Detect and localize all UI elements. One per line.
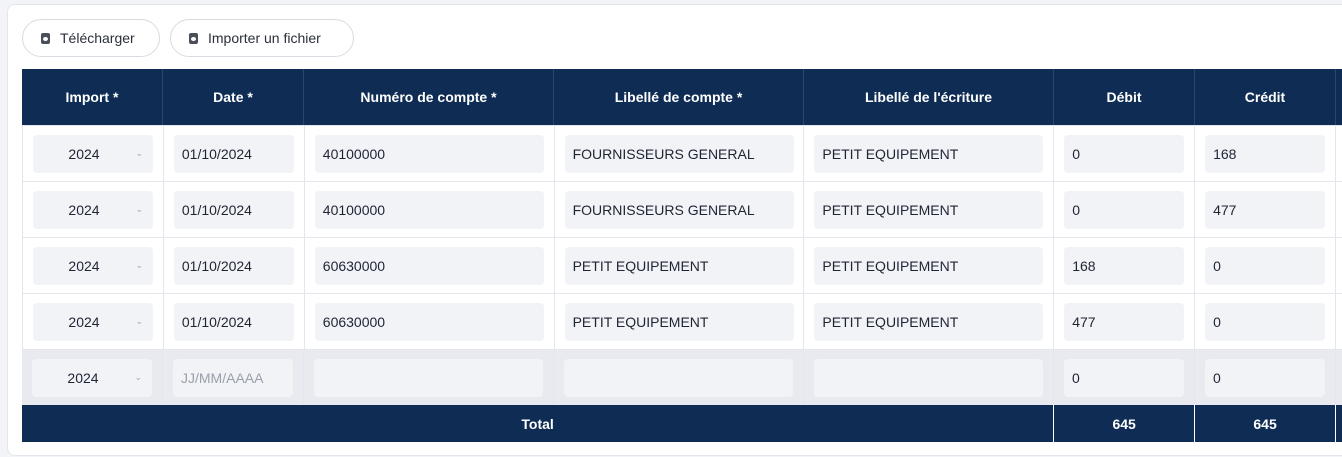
date-input[interactable]: 01/10/2024 xyxy=(173,134,294,173)
new-entry-row: 2024 ⌄ JJ/MM/AAAA 0 0 xyxy=(22,350,1342,405)
debit-input[interactable]: 168 xyxy=(1064,246,1185,285)
entries-table: Import * Date * Numéro de compte * Libel… xyxy=(22,69,1342,442)
date-input[interactable]: JJ/MM/AAAA xyxy=(173,358,293,397)
entry-label-input[interactable]: PETIT EQUIPEMENT xyxy=(814,246,1044,285)
file-import-icon xyxy=(189,32,198,44)
credit-input[interactable]: 0 xyxy=(1205,302,1326,341)
total-credit: 645 xyxy=(1195,405,1336,442)
import-year-select[interactable]: 2024 ⌄ xyxy=(33,302,153,341)
debit-input[interactable]: 0 xyxy=(1064,190,1185,229)
import-year-value: 2024 xyxy=(68,313,100,330)
account-label-input[interactable]: PETIT EQUIPEMENT xyxy=(564,302,794,341)
entry-label-input[interactable] xyxy=(814,358,1043,397)
entry-label-input[interactable]: PETIT EQUIPEMENT xyxy=(814,190,1044,229)
date-input[interactable]: 01/10/2024 xyxy=(173,190,294,229)
chevron-down-icon: ⌄ xyxy=(134,371,142,382)
account-number-input[interactable]: 60630000 xyxy=(314,246,544,285)
import-year-value: 2024 xyxy=(68,257,100,274)
import-year-select[interactable]: 2024 ⌄ xyxy=(33,246,153,285)
account-number-input[interactable]: 60630000 xyxy=(314,302,544,341)
credit-input[interactable]: 0 xyxy=(1205,358,1325,397)
import-file-button[interactable]: Importer un fichier xyxy=(170,19,354,57)
header-account-number: Numéro de compte * xyxy=(304,69,554,125)
table-row: 2024 ⌄ 01/10/2024 60630000 PETIT EQUIPEME… xyxy=(22,294,1342,350)
table-row: 2024 ⌄ 01/10/2024 60630000 PETIT EQUIPEME… xyxy=(22,238,1342,294)
header-debit: Débit xyxy=(1054,69,1195,125)
table-row: 2024 ⌄ 01/10/2024 40100000 FOURNISSEURS G… xyxy=(22,182,1342,238)
import-year-value: 2024 xyxy=(68,145,100,162)
file-download-icon xyxy=(41,32,50,44)
header-date: Date * xyxy=(163,69,304,125)
download-button[interactable]: Télécharger xyxy=(22,19,160,57)
credit-input[interactable]: 0 xyxy=(1205,246,1326,285)
import-year-value: 2024 xyxy=(67,369,99,386)
date-input[interactable]: 01/10/2024 xyxy=(173,302,294,341)
date-input[interactable]: 01/10/2024 xyxy=(173,246,294,285)
header-extra xyxy=(1336,69,1342,125)
import-year-value: 2024 xyxy=(68,201,100,218)
debit-input[interactable]: 0 xyxy=(1064,134,1185,173)
header-import: Import * xyxy=(22,69,163,125)
table-row: 2024 ⌄ 01/10/2024 40100000 FOURNISSEURS G… xyxy=(22,126,1342,182)
chevron-down-icon: ⌄ xyxy=(135,259,143,270)
entry-label-input[interactable]: PETIT EQUIPEMENT xyxy=(814,134,1044,173)
debit-input[interactable]: 477 xyxy=(1064,302,1185,341)
total-label: Total xyxy=(22,405,1055,442)
debit-input[interactable]: 0 xyxy=(1064,358,1184,397)
import-year-select[interactable]: 2024 ⌄ xyxy=(32,358,152,397)
entry-label-input[interactable]: PETIT EQUIPEMENT xyxy=(814,302,1044,341)
account-label-input[interactable] xyxy=(564,358,793,397)
account-label-input[interactable]: FOURNISSEURS GENERAL xyxy=(564,190,794,229)
account-number-input[interactable]: 40100000 xyxy=(314,190,544,229)
chevron-down-icon: ⌄ xyxy=(135,147,143,158)
table-header: Import * Date * Numéro de compte * Libel… xyxy=(22,69,1342,126)
credit-input[interactable]: 477 xyxy=(1205,190,1326,229)
header-entry-label: Libellé de l'écriture xyxy=(804,69,1054,125)
chevron-down-icon: ⌄ xyxy=(135,203,143,214)
account-label-input[interactable]: PETIT EQUIPEMENT xyxy=(564,246,794,285)
total-row: Total 645 645 xyxy=(22,405,1342,442)
download-button-label: Télécharger xyxy=(60,30,135,46)
account-label-input[interactable]: FOURNISSEURS GENERAL xyxy=(564,134,794,173)
total-debit: 645 xyxy=(1054,405,1196,442)
account-number-input[interactable]: 40100000 xyxy=(314,134,544,173)
import-year-select[interactable]: 2024 ⌄ xyxy=(33,190,153,229)
import-year-select[interactable]: 2024 ⌄ xyxy=(33,134,153,173)
header-account-label: Libellé de compte * xyxy=(554,69,804,125)
import-file-button-label: Importer un fichier xyxy=(208,30,321,46)
chevron-down-icon: ⌄ xyxy=(135,315,143,326)
credit-input[interactable]: 168 xyxy=(1205,134,1326,173)
account-number-input[interactable] xyxy=(314,358,543,397)
header-credit: Crédit xyxy=(1195,69,1336,125)
